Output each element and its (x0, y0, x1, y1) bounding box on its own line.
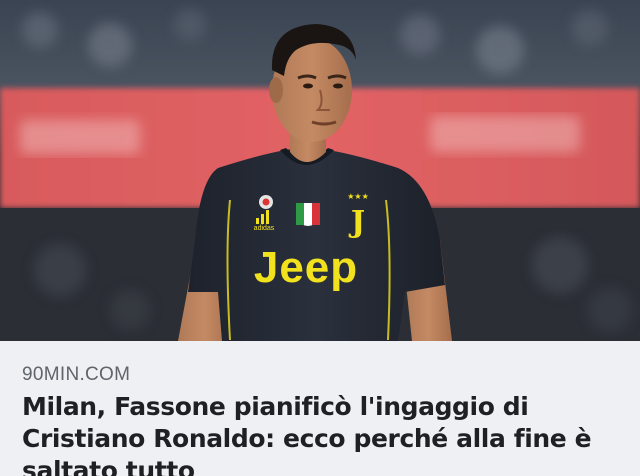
sponsor-logo: Jeep (254, 243, 358, 292)
adidas-text: adidas (254, 225, 275, 232)
news-card[interactable]: adidas ★★★ J Jeep 90MIN.COM Milan, Fasso… (0, 0, 640, 476)
juventus-crest-icon: J (348, 205, 365, 240)
source-label: 90MIN.COM (22, 364, 131, 385)
crest-stars: ★★★ (347, 192, 369, 201)
player-photo-illustration: adidas ★★★ J Jeep (0, 0, 640, 341)
article-photo[interactable]: adidas ★★★ J Jeep (0, 0, 640, 341)
article-headline[interactable]: Milan, Fassone pianificò l'ingaggio di C… (22, 391, 622, 476)
article-caption[interactable]: 90MIN.COM Milan, Fassone pianificò l'ing… (0, 341, 640, 476)
scudetto-badge-icon (296, 203, 320, 226)
